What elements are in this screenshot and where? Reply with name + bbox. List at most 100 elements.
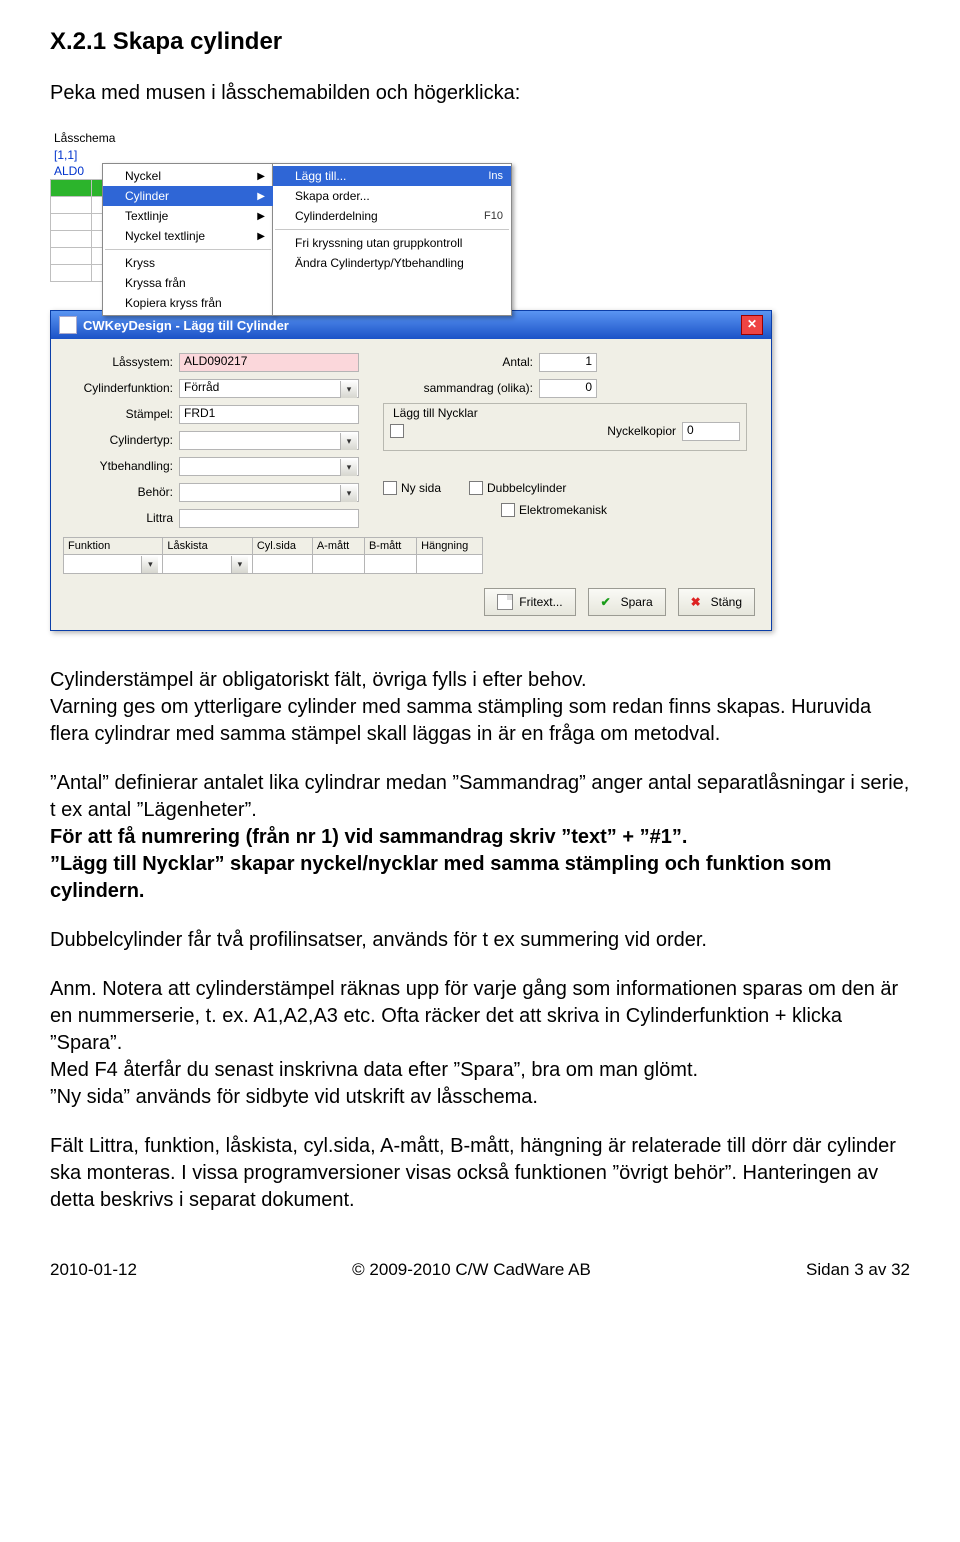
submenu-item-frikryss[interactable]: Fri kryssning utan gruppkontroll [273,233,511,253]
input-littra[interactable] [179,509,359,528]
label-nyckelkopior: Nyckelkopior [408,424,682,438]
label-elektromekanisk: Elektromekanisk [519,503,607,517]
input-antal[interactable]: 1 [539,353,597,372]
menu-label: Cylinder [125,189,257,203]
add-cylinder-dialog: CWKeyDesign - Lägg till Cylinder ✕ Låssy… [50,310,772,631]
fritext-button[interactable]: Fritext... [484,588,575,616]
footer-pagenum: Sidan 3 av 32 [806,1260,910,1280]
input-stampel[interactable]: FRD1 [179,405,359,424]
body-p5a: Anm. Notera att cylinderstämpel räknas u… [50,976,910,1057]
menu-label: Kryssa från [125,276,265,290]
input-cylinderfunktion[interactable]: Förråd ▾ [179,379,359,398]
menu-separator [275,229,509,230]
chevron-down-icon[interactable]: ▾ [340,433,357,450]
menu-label: Ändra Cylindertyp/Ytbehandling [295,256,503,270]
col-laskista: Låskista [163,538,252,555]
menu-item-textlinje[interactable]: Textlinje▶ [103,206,273,226]
chevron-right-icon: ▶ [257,211,265,222]
input-behor[interactable]: ▾ [179,483,359,502]
submenu-item-laggtill[interactable]: Lägg till...Ins [273,166,511,186]
body-p4: Dubbelcylinder får två profilinsatser, a… [50,927,910,954]
menu-label: Fri kryssning utan gruppkontroll [295,236,503,250]
body-p1: Cylinderstämpel är obligatoriskt fält, ö… [50,667,910,694]
dialog-title: CWKeyDesign - Lägg till Cylinder [83,318,289,333]
chevron-right-icon: ▶ [257,231,265,242]
label-antal: Antal: [383,355,539,369]
check-icon: ✔ [601,595,615,609]
input-lassystem[interactable]: ALD090217 [179,353,359,372]
label-stampel: Stämpel: [63,407,179,421]
checkbox-elektromekanisk[interactable] [501,503,515,517]
close-button[interactable]: ✖Stäng [678,588,755,616]
chevron-down-icon[interactable]: ▾ [340,485,357,502]
col-cylsida: Cyl.sida [253,538,312,555]
input-nyckelkopior[interactable]: 0 [682,422,740,441]
label-cylfunk: Cylinderfunktion: [63,381,179,395]
menu-item-nyckeltextlinje[interactable]: Nyckel textlinje▶ [103,226,273,246]
label-cyltyp: Cylindertyp: [63,433,179,447]
chevron-right-icon: ▶ [257,191,265,202]
footer-date: 2010-01-12 [50,1260,137,1280]
body-p3b: För att få numrering (från nr 1) vid sam… [50,824,910,851]
document-icon [497,594,513,610]
context-menu: Nyckel▶ Cylinder▶ Textlinje▶ Nyckel text… [102,163,274,316]
menu-label: Skapa order... [295,189,503,203]
menu-shortcut: Ins [488,170,503,182]
checkbox-addkeys[interactable] [390,424,404,438]
col-bmatt: B-mått [365,538,416,555]
app-icon [59,316,77,334]
label-lassystem: Låssystem: [63,355,179,369]
body-p5c: ”Ny sida” används för sidbyte vid utskri… [50,1084,910,1111]
close-button[interactable]: ✕ [741,315,763,335]
menu-label: Nyckel textlinje [125,229,257,243]
group-laggtillnycklar: Lägg till Nycklar Nyckelkopior 0 [383,403,747,451]
menu-item-nyckel[interactable]: Nyckel▶ [103,166,273,186]
body-p6: Fält Littra, funktion, låskista, cyl.sid… [50,1133,910,1214]
submenu-item-andracyltyp[interactable]: Ändra Cylindertyp/Ytbehandling [273,253,511,273]
grid-caption: Låsschema [50,129,510,147]
page-footer: 2010-01-12 © 2009-2010 C/W CadWare AB Si… [50,1260,910,1280]
menu-label: Cylinderdelning [295,209,484,223]
label-dubbelcylinder: Dubbelcylinder [487,481,566,495]
checkbox-dubbelcylinder[interactable] [469,481,483,495]
group-title: Lägg till Nycklar [390,406,481,420]
chevron-right-icon: ▶ [257,171,265,182]
chevron-down-icon[interactable]: ▾ [141,556,158,573]
menu-item-kryss[interactable]: Kryss [103,253,273,273]
menu-item-kopierakryss[interactable]: Kopiera kryss från [103,293,273,313]
menu-label: Nyckel [125,169,257,183]
menu-item-cylinder[interactable]: Cylinder▶ [103,186,273,206]
label-ytbeh: Ytbehandling: [63,459,179,473]
col-amatt: A-mått [313,538,364,555]
body-p5b: Med F4 återfår du senast inskrivna data … [50,1057,910,1084]
chevron-down-icon[interactable]: ▾ [231,556,248,573]
menu-label: Kryss [125,256,265,270]
menu-item-kryssafran[interactable]: Kryssa från [103,273,273,293]
context-submenu: Lägg till...Ins Skapa order... Cylinderd… [272,163,512,316]
chevron-down-icon[interactable]: ▾ [340,459,357,476]
combo-value: Förråd [184,380,219,394]
label-sammandrag: sammandrag (olika): [383,381,539,395]
input-sammandrag[interactable]: 0 [539,379,597,398]
body-p2: Varning ges om ytterligare cylinder med … [50,694,910,748]
body-p3c: ”Lägg till Nycklar” skapar nyckel/nyckla… [50,851,910,905]
checkbox-nysida[interactable] [383,481,397,495]
save-button[interactable]: ✔Spara [588,588,666,616]
label-behor: Behör: [63,485,179,499]
menu-label: Textlinje [125,209,257,223]
chevron-down-icon[interactable]: ▾ [340,381,357,398]
input-cylindertyp[interactable]: ▾ [179,431,359,450]
col-hangning: Hängning [417,538,482,555]
body-p3: ”Antal” definierar antalet lika cylindra… [50,770,910,824]
input-ytbehandling[interactable]: ▾ [179,457,359,476]
col-funktion: Funktion [64,538,162,555]
submenu-item-skapaorder[interactable]: Skapa order... [273,186,511,206]
label-nysida: Ny sida [401,481,441,495]
close-icon: ✖ [691,595,705,609]
grid-coord: [1,1] [50,147,510,163]
menu-label: Kopiera kryss från [125,296,265,310]
intro-text: Peka med musen i låsschemabilden och hög… [50,80,910,107]
submenu-item-cylinderdelning[interactable]: CylinderdelningF10 [273,206,511,226]
menu-separator [105,249,271,250]
footer-copyright: © 2009-2010 C/W CadWare AB [137,1260,806,1280]
